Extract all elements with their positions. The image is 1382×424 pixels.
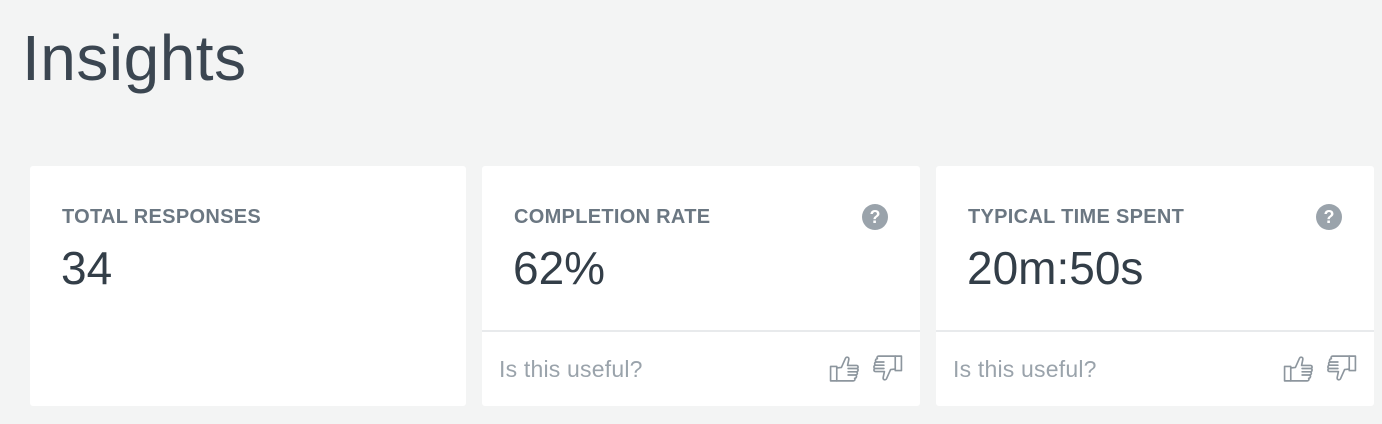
question-circle-icon[interactable]: ?	[862, 204, 888, 230]
card-label: COMPLETION RATE	[514, 206, 711, 228]
feedback-prompt: Is this useful?	[953, 356, 1097, 382]
thumbs-up-icon[interactable]	[1282, 352, 1315, 385]
feedback-buttons	[828, 352, 904, 385]
question-circle-icon[interactable]: ?	[1316, 204, 1342, 230]
card-feedback-footer: Is this useful?	[936, 330, 1374, 406]
card-label: TOTAL RESPONSES	[62, 206, 261, 228]
thumbs-down-icon[interactable]	[1325, 352, 1358, 385]
insights-page: Insights TOTAL RESPONSES 34 COMPLETION R…	[0, 0, 1382, 424]
card-label: TYPICAL TIME SPENT	[968, 206, 1185, 228]
card-feedback-footer: Is this useful?	[482, 330, 920, 406]
feedback-buttons	[1282, 352, 1358, 385]
thumbs-up-icon[interactable]	[828, 352, 861, 385]
total-responses-card: TOTAL RESPONSES 34	[30, 166, 466, 406]
thumbs-down-icon[interactable]	[871, 352, 904, 385]
typical-time-spent-card: TYPICAL TIME SPENT ? 20m:50s Is this use…	[936, 166, 1374, 406]
feedback-prompt: Is this useful?	[499, 356, 643, 382]
completion-rate-card: COMPLETION RATE ? 62% Is this useful?	[482, 166, 920, 406]
page-title: Insights	[22, 22, 247, 94]
card-value: 62%	[513, 242, 606, 294]
card-value: 34	[61, 242, 113, 294]
card-value: 20m:50s	[967, 242, 1144, 294]
